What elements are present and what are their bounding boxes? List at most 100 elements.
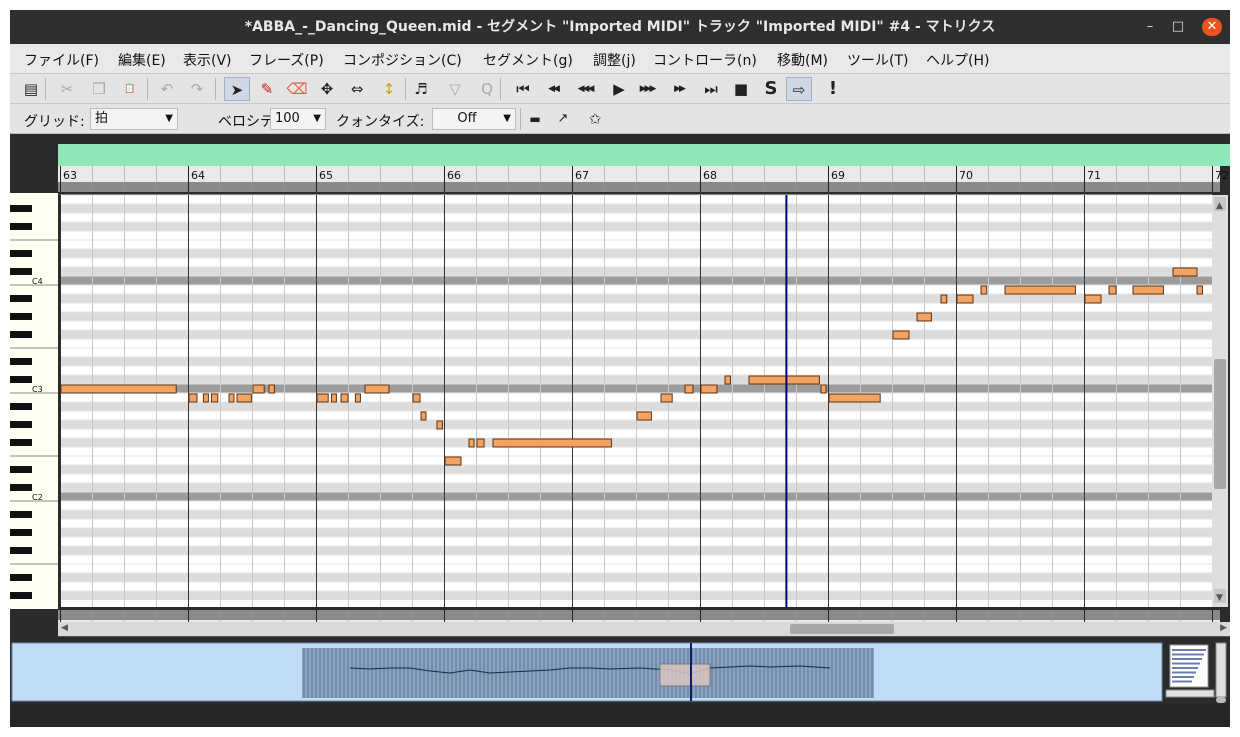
note[interactable] <box>364 384 390 394</box>
note[interactable] <box>468 438 475 448</box>
note[interactable] <box>330 393 337 403</box>
copy-icon[interactable]: ❐ <box>86 77 112 101</box>
black-key[interactable] <box>10 376 32 383</box>
black-key[interactable] <box>10 403 32 410</box>
velocity-tool-icon[interactable]: ↕ <box>376 77 402 101</box>
note[interactable] <box>202 393 209 403</box>
undo-icon[interactable]: ↶ <box>154 77 180 101</box>
panic-icon[interactable]: ! <box>820 77 846 101</box>
note[interactable] <box>700 384 718 394</box>
quantize-icon[interactable]: Q <box>474 77 500 101</box>
menu-view[interactable]: 表示(V) <box>183 50 232 70</box>
note[interactable] <box>1004 285 1076 295</box>
menu-file[interactable]: ファイル(F) <box>24 50 99 70</box>
note[interactable] <box>636 411 652 421</box>
horizontal-scroll-thumb[interactable] <box>790 624 894 634</box>
move-tool-icon[interactable]: ✥ <box>314 77 340 101</box>
black-key[interactable] <box>10 313 32 320</box>
note[interactable] <box>1084 294 1102 304</box>
cut-icon[interactable]: ✂ <box>54 77 80 101</box>
note[interactable] <box>980 285 988 295</box>
fast-rewind-icon[interactable]: ◀◀◀ <box>572 77 598 101</box>
black-key[interactable] <box>10 484 32 491</box>
minimize-icon[interactable]: – <box>1140 18 1160 36</box>
velocity-select[interactable]: 100 ▼ <box>270 108 326 130</box>
black-key[interactable] <box>10 295 32 302</box>
note[interactable] <box>828 393 881 403</box>
menu-controllers[interactable]: コントローラ(n) <box>653 50 757 70</box>
note[interactable] <box>412 393 421 403</box>
note[interactable] <box>684 384 694 394</box>
resize-tool-icon[interactable]: ⇔ <box>344 77 370 101</box>
note[interactable] <box>492 438 612 448</box>
close-icon[interactable]: ✕ <box>1202 18 1222 36</box>
rewind-to-start-icon[interactable]: ⏮ <box>510 77 536 101</box>
menu-edit[interactable]: 編集(E) <box>118 50 166 70</box>
black-key[interactable] <box>10 358 32 365</box>
note[interactable] <box>660 393 673 403</box>
menu-composition[interactable]: コンポジション(C) <box>343 50 462 70</box>
note[interactable] <box>1196 285 1203 295</box>
menu-segment[interactable]: セグメント(g) <box>483 50 573 70</box>
trigger-icon[interactable]: ▽ <box>442 77 468 101</box>
black-key[interactable] <box>10 421 32 428</box>
note[interactable] <box>916 312 932 322</box>
forward-to-end-icon[interactable]: ⏭ <box>698 77 724 101</box>
overview-viewport[interactable] <box>659 663 711 687</box>
ruler-icon[interactable]: ▬ <box>522 107 548 131</box>
save-icon[interactable]: ▤ <box>18 77 44 101</box>
chord-icon[interactable]: ♬ <box>408 77 434 101</box>
menu-adjust[interactable]: 調整(j) <box>593 50 636 70</box>
note[interactable] <box>1108 285 1117 295</box>
black-key[interactable] <box>10 250 32 257</box>
black-key[interactable] <box>10 529 32 536</box>
black-key[interactable] <box>10 331 32 338</box>
pencil-tool-icon[interactable]: ✎ <box>254 77 280 101</box>
chevron-left-icon[interactable]: ◀ <box>61 623 68 633</box>
note[interactable] <box>724 375 731 385</box>
note[interactable] <box>354 393 361 403</box>
note[interactable] <box>228 393 235 403</box>
black-key[interactable] <box>10 547 32 554</box>
maximize-icon[interactable]: □ <box>1168 18 1188 36</box>
note[interactable] <box>60 384 177 394</box>
zoom-knob[interactable] <box>1216 697 1226 703</box>
forward-icon[interactable]: ▶▶ <box>666 77 692 101</box>
horizontal-scrollbar[interactable]: ◀ ▶ <box>58 622 1230 636</box>
note[interactable] <box>340 393 349 403</box>
note[interactable] <box>444 456 462 466</box>
note[interactable] <box>892 330 910 340</box>
note[interactable] <box>956 294 974 304</box>
fast-forward-icon[interactable]: ▶▶▶ <box>634 77 660 101</box>
note[interactable] <box>1132 285 1164 295</box>
redo-icon[interactable]: ↷ <box>184 77 210 101</box>
matrix-canvas[interactable]: 6363646465656666676768686969707071717272… <box>10 134 1230 637</box>
note[interactable] <box>236 393 252 403</box>
black-key[interactable] <box>10 592 32 599</box>
note[interactable] <box>268 384 275 394</box>
black-key[interactable] <box>10 223 32 230</box>
note[interactable] <box>188 393 198 403</box>
grid-select[interactable]: 拍 ▼ <box>90 108 178 130</box>
black-key[interactable] <box>10 511 32 518</box>
rewind-icon[interactable]: ◀◀ <box>540 77 566 101</box>
note[interactable] <box>476 438 485 448</box>
black-key[interactable] <box>10 205 32 212</box>
vertical-scroll-thumb[interactable] <box>1214 359 1226 489</box>
black-key[interactable] <box>10 439 32 446</box>
play-icon[interactable]: ▶ <box>606 77 632 101</box>
black-key[interactable] <box>10 574 32 581</box>
overview-canvas[interactable] <box>10 640 1230 704</box>
menu-tools[interactable]: ツール(T) <box>847 50 908 70</box>
note[interactable] <box>436 420 443 430</box>
vertical-zoom-slider[interactable] <box>1215 642 1227 698</box>
note[interactable] <box>420 411 427 421</box>
horizontal-zoom-slider[interactable] <box>1165 689 1215 698</box>
stop-icon[interactable]: ■ <box>728 77 754 101</box>
select-tool-icon[interactable]: ➤ <box>224 77 250 101</box>
solo-icon[interactable]: S <box>758 77 784 101</box>
black-key[interactable] <box>10 268 32 275</box>
note[interactable] <box>1172 267 1198 277</box>
eraser-tool-icon[interactable]: ⌫ <box>284 77 310 101</box>
note[interactable] <box>316 393 329 403</box>
